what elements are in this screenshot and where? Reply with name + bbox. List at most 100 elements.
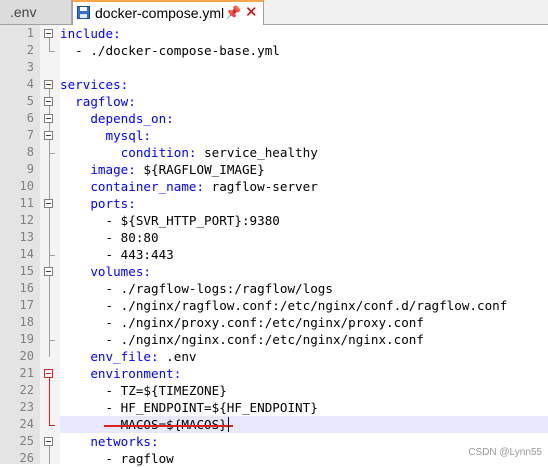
line-number: 20	[19, 349, 34, 363]
fold-end-tick	[49, 340, 55, 341]
line-number: 1	[26, 26, 34, 40]
code-line[interactable]: services:	[60, 76, 128, 93]
yaml-value: - ./docker-compose-base.yml	[60, 43, 280, 58]
line-number: 23	[19, 400, 34, 414]
line-number: 15	[19, 264, 34, 278]
yaml-key: depends_on:	[60, 111, 174, 126]
fold-guide-line	[49, 446, 50, 464]
fold-collapse-icon[interactable]	[44, 97, 53, 106]
fold-collapse-icon[interactable]	[44, 114, 53, 123]
code-line[interactable]: - 80:80	[60, 229, 159, 246]
tab-env[interactable]: .env	[0, 0, 72, 24]
yaml-key: networks:	[60, 434, 159, 449]
fold-margin[interactable]	[40, 25, 60, 464]
line-number: 7	[26, 128, 34, 142]
tab-env-label: .env	[10, 4, 37, 20]
code-line[interactable]: include:	[60, 25, 121, 42]
line-number: 26	[19, 451, 34, 465]
yaml-value: - HF_ENDPOINT=${HF_ENDPOINT}	[60, 400, 318, 415]
fold-end-tick	[49, 255, 55, 256]
line-number: 18	[19, 315, 34, 329]
yaml-key: ports:	[60, 196, 136, 211]
code-line[interactable]: - 443:443	[60, 246, 174, 263]
yaml-key: ragflow:	[60, 94, 136, 109]
yaml-value: - ./ragflow-logs:/ragflow/logs	[60, 281, 333, 296]
code-line[interactable]: - TZ=${TIMEZONE}	[60, 382, 227, 399]
fold-collapse-icon[interactable]	[44, 437, 53, 446]
fold-collapse-icon[interactable]	[44, 29, 53, 38]
strikethrough-mark	[103, 425, 234, 427]
fold-collapse-icon[interactable]	[44, 80, 53, 89]
line-number: 22	[19, 383, 34, 397]
code-line[interactable]: container_name: ragflow-server	[60, 178, 318, 195]
code-line[interactable]: depends_on:	[60, 110, 174, 127]
line-number: 2	[26, 43, 34, 57]
line-number: 8	[26, 145, 34, 159]
fold-collapse-icon[interactable]	[44, 369, 53, 378]
tab-bar: .env docker-compose.yml 📌 ✕	[0, 0, 548, 25]
code-line[interactable]: - HF_ENDPOINT=${HF_ENDPOINT}	[60, 399, 318, 416]
yaml-key: image:	[60, 162, 136, 177]
yaml-value: - ${SVR_HTTP_PORT}:9380	[60, 213, 280, 228]
line-number: 14	[19, 247, 34, 261]
fold-end-tick	[49, 425, 55, 426]
code-line[interactable]: - ./docker-compose-base.yml	[60, 42, 280, 59]
line-number: 3	[26, 60, 34, 74]
pin-icon[interactable]: 📌	[225, 5, 241, 21]
line-number: 4	[26, 77, 34, 91]
code-line[interactable]: ragflow:	[60, 93, 136, 110]
line-number: 10	[19, 179, 34, 193]
fold-end-tick	[49, 153, 55, 154]
line-number: 19	[19, 332, 34, 346]
line-number: 12	[19, 213, 34, 227]
tab-docker-compose[interactable]: docker-compose.yml 📌 ✕	[72, 0, 264, 25]
fold-guide-line	[49, 38, 50, 51]
code-line[interactable]: mysql:	[60, 127, 151, 144]
yaml-value: - ./nginx/proxy.conf:/etc/nginx/proxy.co…	[60, 315, 424, 330]
code-line[interactable]: ports:	[60, 195, 136, 212]
code-line[interactable]: volumes:	[60, 263, 151, 280]
code-line[interactable]: - ./nginx/ragflow.conf:/etc/nginx/conf.d…	[60, 297, 507, 314]
close-icon[interactable]: ✕	[245, 3, 258, 21]
fold-end-tick	[49, 51, 55, 52]
line-number: 11	[19, 196, 34, 210]
code-line[interactable]: networks:	[60, 433, 159, 450]
yaml-value: service_healthy	[196, 145, 318, 160]
line-number: 25	[19, 434, 34, 448]
yaml-value: - 443:443	[60, 247, 174, 262]
yaml-value: - ./nginx/nginx.conf:/etc/nginx/nginx.co…	[60, 332, 424, 347]
yaml-key: include:	[60, 26, 121, 41]
fold-collapse-icon[interactable]	[44, 267, 53, 276]
yaml-key: container_name:	[60, 179, 205, 194]
yaml-value: - 80:80	[60, 230, 159, 245]
yaml-value: ragflow-server	[204, 179, 318, 194]
yaml-key: services:	[60, 77, 129, 92]
line-number: 16	[19, 281, 34, 295]
code-line[interactable]: condition: service_healthy	[60, 144, 318, 161]
code-line[interactable]: environment:	[60, 365, 181, 382]
yaml-value: - TZ=${TIMEZONE}	[60, 383, 227, 398]
yaml-value: .env	[158, 349, 197, 364]
code-line[interactable]: - ./ragflow-logs:/ragflow/logs	[60, 280, 333, 297]
code-line[interactable]: env_file: .env	[60, 348, 197, 365]
tab-docker-compose-label: docker-compose.yml	[95, 5, 225, 21]
code-line[interactable]: - ragflow	[60, 450, 173, 467]
code-line[interactable]: - ./nginx/proxy.conf:/etc/nginx/proxy.co…	[60, 314, 424, 331]
watermark: CSDN @Lynn55	[468, 447, 542, 458]
line-number: 6	[26, 111, 34, 125]
code-line[interactable]: image: ${RAGFLOW_IMAGE}	[60, 161, 265, 178]
code-line[interactable]: - ${SVR_HTTP_PORT}:9380	[60, 212, 280, 229]
line-number: 13	[19, 230, 34, 244]
yaml-value: - ./nginx/ragflow.conf:/etc/nginx/conf.d…	[60, 298, 508, 313]
fold-collapse-icon[interactable]	[44, 199, 53, 208]
fold-guide-line	[49, 89, 50, 357]
line-number: 5	[26, 94, 34, 108]
line-number: 17	[19, 298, 34, 312]
file-save-icon	[77, 6, 90, 19]
line-number: 9	[26, 162, 34, 176]
yaml-value: ${RAGFLOW_IMAGE}	[135, 162, 265, 177]
yaml-key: env_file:	[60, 349, 159, 364]
code-line[interactable]: - ./nginx/nginx.conf:/etc/nginx/nginx.co…	[60, 331, 424, 348]
yaml-key: condition:	[60, 145, 197, 160]
fold-collapse-icon[interactable]	[44, 131, 53, 140]
